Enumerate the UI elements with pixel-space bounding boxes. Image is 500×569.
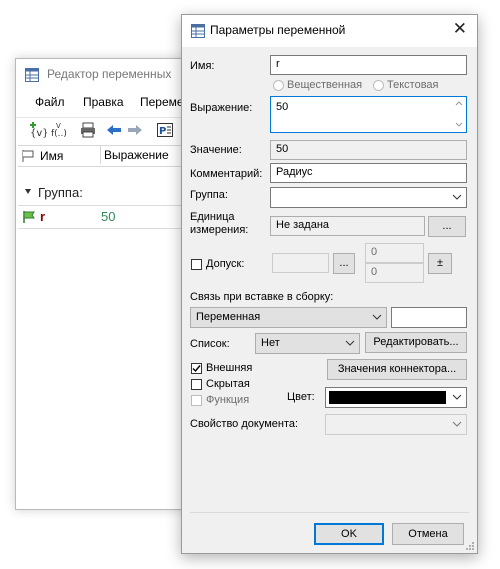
comment-label: Комментарий:	[190, 168, 263, 180]
tolerance-field	[272, 253, 329, 273]
chevron-down-icon	[452, 421, 462, 427]
undo-icon[interactable]	[105, 121, 123, 139]
document-property-label: Свойство документа:	[190, 418, 299, 430]
dialog-titlebar: Параметры переменной ✕	[182, 15, 477, 47]
list-combo-value: Нет	[261, 337, 280, 349]
real-type-label: Вещественная	[287, 79, 363, 91]
color-combo[interactable]	[325, 387, 467, 408]
table-icon	[191, 24, 205, 38]
name-field[interactable]: r	[270, 55, 467, 75]
function-checkbox	[191, 395, 202, 406]
link-extra-field[interactable]	[391, 307, 467, 328]
unit-browse-button[interactable]: ...	[428, 216, 466, 237]
svg-text:V: V	[56, 122, 61, 130]
unit-field: Не задана	[270, 216, 425, 236]
color-label: Цвет:	[287, 391, 315, 403]
plusminus-button[interactable]: ±	[428, 253, 452, 274]
expression-label: Выражение:	[190, 102, 253, 114]
variable-parameters-dialog: Параметры переменной ✕ Имя: r Вещественн…	[181, 14, 478, 554]
link-combo-value: Переменная	[196, 311, 261, 323]
real-type-radio[interactable]	[273, 80, 284, 91]
close-icon[interactable]: ✕	[453, 19, 467, 39]
svg-text:P: P	[159, 126, 166, 137]
grid-header: Имя Выражение	[18, 145, 201, 167]
redo-icon[interactable]	[126, 121, 144, 139]
menu-edit[interactable]: Правка	[83, 95, 124, 109]
parameters-icon[interactable]: P	[156, 121, 174, 139]
value-label: Значение:	[190, 144, 242, 156]
dialog-title: Параметры переменной	[210, 23, 346, 37]
chevron-down-icon	[452, 394, 462, 400]
document-property-combo	[325, 414, 467, 435]
menu-file[interactable]: Файл	[35, 95, 65, 109]
table-icon	[25, 68, 39, 82]
chevron-down-icon	[345, 340, 355, 346]
list-combo[interactable]: Нет	[255, 333, 360, 354]
unit-label-line2: измерения:	[190, 224, 249, 236]
variable-editor-window: Редактор переменных Файл Правка Переме {…	[15, 58, 202, 510]
tolerance-label: Допуск:	[206, 258, 245, 270]
flag-icon	[22, 150, 34, 162]
footer-separator	[190, 512, 469, 513]
tolerance-lower-field: 0	[365, 263, 424, 283]
row-name: r	[40, 209, 46, 224]
print-icon[interactable]	[79, 121, 97, 139]
editor-toolbar: {v} f(..) V P	[16, 117, 201, 142]
link-label: Связь при вставке в сборку:	[190, 291, 334, 303]
add-variable-icon[interactable]: {v}	[29, 121, 47, 139]
svg-text:{v}: {v}	[30, 128, 47, 139]
tolerance-checkbox[interactable]	[191, 259, 202, 270]
editor-titlebar: Редактор переменных	[16, 59, 201, 89]
resize-grip-icon[interactable]	[465, 541, 475, 551]
group-combo[interactable]	[270, 187, 467, 208]
external-label: Внешняя	[206, 362, 253, 374]
list-label: Список:	[190, 338, 230, 350]
chevron-down-icon	[452, 194, 462, 200]
name-label: Имя:	[190, 60, 215, 72]
row-value: 50	[101, 209, 116, 224]
table-row[interactable]: r 50	[18, 205, 201, 229]
scroll-arrows-icon[interactable]	[455, 100, 463, 128]
tolerance-upper-field: 0	[365, 243, 424, 263]
collapse-triangle-icon[interactable]	[24, 188, 32, 196]
text-type-radio[interactable]	[373, 80, 384, 91]
hidden-label: Скрытая	[206, 378, 250, 390]
text-type-label: Текстовая	[387, 79, 439, 91]
svg-text:f(..): f(..)	[51, 129, 67, 139]
function-label: Функция	[206, 394, 250, 406]
checkmark-icon	[192, 365, 201, 373]
group-label: Группа:	[190, 189, 228, 201]
ok-button[interactable]: OK	[314, 523, 384, 545]
green-flag-icon	[23, 211, 35, 223]
column-expression[interactable]: Выражение	[100, 146, 169, 164]
cancel-button[interactable]: Отмена	[392, 523, 464, 545]
group-label: Группа:	[38, 185, 83, 200]
menu-variables[interactable]: Переме	[140, 95, 184, 109]
edit-list-button[interactable]: Редактировать...	[365, 332, 467, 353]
expression-text: 50	[276, 101, 289, 113]
external-checkbox[interactable]	[191, 363, 202, 374]
color-swatch	[329, 391, 446, 404]
hidden-checkbox[interactable]	[191, 379, 202, 390]
unit-label-line1: Единица	[190, 211, 235, 223]
chevron-down-icon	[372, 314, 382, 320]
comment-field[interactable]: Радиус	[270, 163, 467, 183]
tolerance-browse-button[interactable]: ...	[333, 253, 355, 274]
column-name[interactable]: Имя	[40, 149, 63, 163]
value-field: 50	[270, 140, 467, 160]
connector-values-button[interactable]: Значения коннектора...	[327, 359, 467, 380]
expression-field[interactable]: 50	[270, 96, 467, 133]
add-function-icon[interactable]: f(..) V	[51, 121, 69, 139]
link-combo[interactable]: Переменная	[190, 307, 387, 328]
editor-title: Редактор переменных	[47, 67, 172, 81]
editor-menubar: Файл Правка Переме	[16, 91, 201, 113]
